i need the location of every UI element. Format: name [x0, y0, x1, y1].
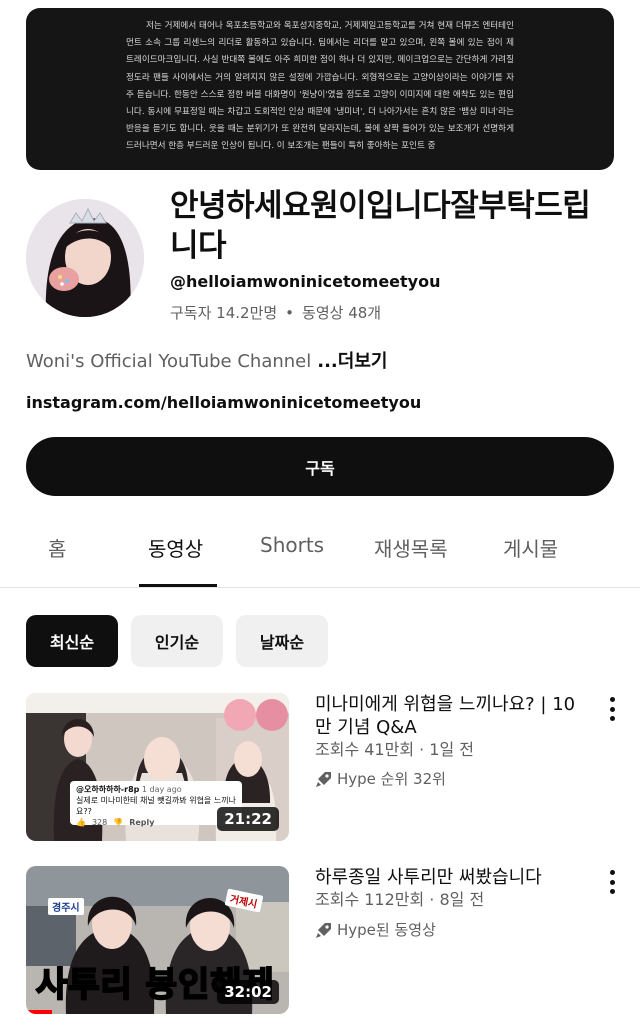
chip-oldest[interactable]: 날짜순 [236, 615, 328, 667]
sign-left: 경주시 [48, 898, 84, 915]
channel-handle: @helloiamwoninicetomeetyou [170, 272, 441, 291]
channel-stats: 구독자 14.2만명 • 동영상 48개 [170, 302, 381, 323]
hype-rocket-icon [316, 771, 331, 787]
channel-tabs: 홈 동영상 Shorts 재생목록 게시물 [0, 520, 640, 588]
tab-posts[interactable]: 게시물 [503, 533, 558, 562]
comment-time: 1 day ago [141, 785, 182, 794]
more-link[interactable]: ...더보기 [317, 351, 387, 372]
subscriber-count: 구독자 14.2만명 [170, 304, 278, 322]
video-thumbnail[interactable]: 경주시 거제시 사투리 봉인해제 32:02 [26, 866, 289, 1014]
chip-latest[interactable]: 최신순 [26, 615, 118, 667]
video-meta: 조회수 112만회 · 8일 전 [315, 890, 485, 909]
video-title[interactable]: 미나미에게 위협을 느끼나요? | 10만 기념 Q&A [315, 693, 585, 739]
hype-badge: Hype된 동영상 [315, 919, 436, 940]
hype-badge: Hype 순위 32위 [315, 768, 446, 789]
comment-likes: 328 [91, 818, 108, 827]
active-tab-indicator [139, 584, 217, 587]
chip-popular[interactable]: 인기순 [131, 615, 223, 667]
channel-banner: 저는 거제에서 태어나 옥포초등학교와 옥포성지중학교, 거제제일고등학교를 거… [26, 8, 614, 170]
channel-description[interactable]: Woni's Official YouTube Channel ...더보기 [26, 347, 387, 373]
channel-name: 안녕하세요원이입니다잘부탁드립니다 [170, 188, 591, 264]
thumbs-down-icon: 👎 [113, 818, 124, 827]
kebab-vertical-icon[interactable] [608, 697, 616, 721]
video-duration: 32:02 [217, 980, 279, 1004]
tab-home[interactable]: 홈 [48, 533, 66, 562]
watch-progress-bar [26, 1010, 52, 1014]
comment-reply: Reply [129, 818, 155, 827]
avatar[interactable] [26, 199, 144, 317]
tab-shorts[interactable]: Shorts [260, 533, 324, 557]
comment-overlay: @오하하하하-r8p 1 day ago 실제로 미나미한테 채널 뺏길까봐 위… [70, 781, 242, 827]
video-meta: 조회수 41만회 · 1일 전 [315, 740, 475, 759]
banner-text: 저는 거제에서 태어나 옥포초등학교와 옥포성지중학교, 거제제일고등학교를 거… [126, 21, 514, 152]
thumbs-up-icon: 👍 [76, 818, 86, 827]
hype-badge-text: Hype된 동영상 [337, 921, 436, 939]
comment-text: 실제로 미나미한테 채널 뺏길까봐 위협을 느끼나요?? [76, 796, 236, 816]
kebab-vertical-icon[interactable] [608, 870, 616, 894]
video-count: 동영상 48개 [302, 304, 382, 322]
video-duration: 21:22 [217, 807, 279, 831]
channel-link[interactable]: instagram.com/helloiamwoninicetomeetyou [26, 393, 421, 412]
tab-playlists[interactable]: 재생목록 [374, 533, 448, 562]
video-item[interactable]: 경주시 거제시 사투리 봉인해제 32:02 하루종일 사투리만 써봤습니다 조… [26, 866, 616, 1014]
hype-rocket-icon [316, 922, 331, 938]
description-text: Woni's Official YouTube Channel [26, 351, 312, 372]
avatar-image [26, 199, 144, 317]
comment-user: @오하하하하-r8p [76, 785, 140, 794]
hype-badge-text: Hype 순위 32위 [337, 770, 446, 788]
stats-separator: • [285, 304, 295, 322]
subscribe-button[interactable]: 구독 [26, 437, 614, 496]
video-thumbnail[interactable]: @오하하하하-r8p 1 day ago 실제로 미나미한테 채널 뺏길까봐 위… [26, 693, 289, 841]
tab-videos[interactable]: 동영상 [148, 533, 203, 562]
video-item[interactable]: @오하하하하-r8p 1 day ago 실제로 미나미한테 채널 뺏길까봐 위… [26, 693, 616, 841]
